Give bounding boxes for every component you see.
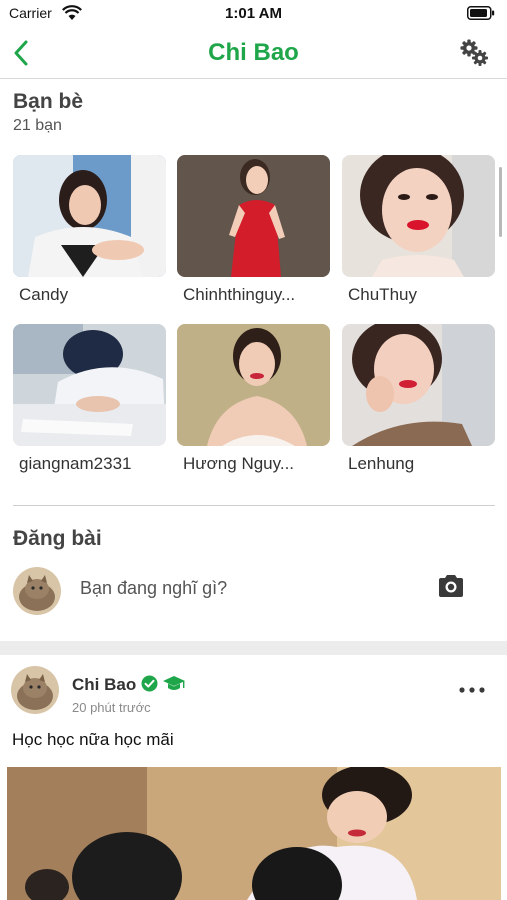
avatar[interactable] <box>11 666 59 714</box>
friend-name: Hương Nguy... <box>183 454 295 473</box>
friend-name: giangnam2331 <box>19 454 132 473</box>
friend-photo <box>177 155 330 277</box>
friend-photo <box>342 155 495 277</box>
friend-name: Candy <box>19 285 69 304</box>
status-bar: Carrier 1:01 AM <box>0 0 507 28</box>
friend-photo <box>342 324 495 446</box>
page-title: Chi Bao <box>208 39 299 66</box>
create-post-title: Đăng bài <box>13 527 102 550</box>
post-text: Học học nữa học mãi <box>12 730 174 749</box>
graduation-cap-icon <box>163 676 185 690</box>
friends-section-title: Bạn bè <box>13 90 84 113</box>
friend-name: ChuThuy <box>348 285 417 304</box>
friend-card[interactable]: Chinhthinguy... <box>177 155 330 315</box>
friend-card[interactable]: ChuThuy <box>342 155 495 315</box>
verified-check-icon <box>141 675 158 692</box>
avatar[interactable] <box>13 567 61 615</box>
post-image[interactable] <box>7 767 501 900</box>
more-horizontal-icon[interactable] <box>458 686 486 694</box>
friend-name: Lenhung <box>348 454 415 473</box>
post-author-name[interactable]: Chi Bao <box>72 675 136 695</box>
nav-bar: Chi Bao <box>0 28 507 79</box>
friend-photo <box>13 324 166 446</box>
friend-photo <box>13 155 166 277</box>
scrollbar[interactable] <box>499 167 502 237</box>
battery-icon <box>467 6 495 20</box>
friends-count: 21 bạn <box>13 117 62 134</box>
post-composer-input[interactable] <box>80 575 420 601</box>
friend-card[interactable]: Hương Nguy... <box>177 324 330 484</box>
gears-icon[interactable] <box>459 38 489 68</box>
divider <box>13 505 495 506</box>
status-time: 1:01 AM <box>225 5 282 22</box>
friend-card[interactable]: Candy <box>13 155 166 315</box>
friend-card[interactable]: Lenhung <box>342 324 495 484</box>
camera-icon[interactable] <box>437 574 465 598</box>
friend-photo <box>177 324 330 446</box>
post-timestamp: 20 phút trước <box>72 700 151 715</box>
section-separator <box>0 641 507 655</box>
friend-name: Chinhthinguy... <box>183 285 296 304</box>
friend-card[interactable]: giangnam2331 <box>13 324 166 484</box>
